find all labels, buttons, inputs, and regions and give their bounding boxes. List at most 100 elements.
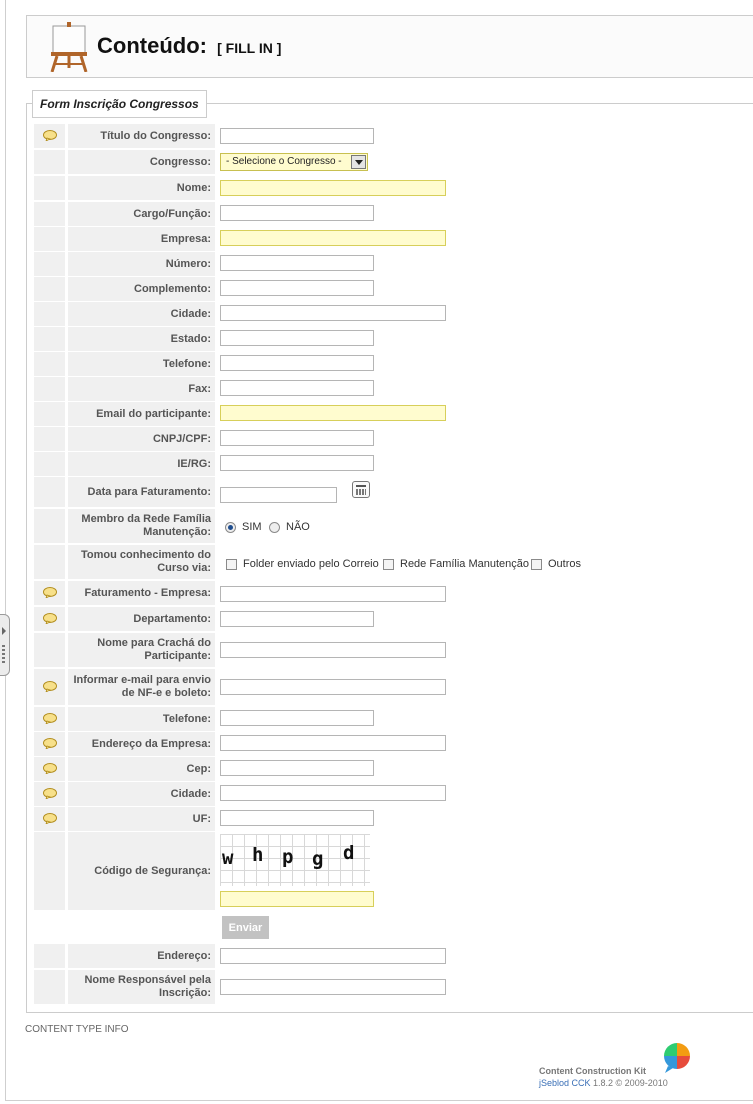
label-cnpj: CNPJ/CPF: [68,427,215,451]
footer-version-text: 1.8.2 © 2009-2010 [590,1078,668,1088]
label-data-faturamento: Data para Faturamento: [68,477,215,507]
note-cell [34,124,65,148]
jseblod-logo-icon [664,1043,690,1073]
speech-bubble-icon[interactable] [43,813,57,824]
row-departamento: Departamento: [34,607,216,631]
row-cnpj: CNPJ/CPF: [34,427,216,451]
speech-bubble-icon[interactable] [43,681,57,692]
speech-bubble-icon[interactable] [43,738,57,749]
label-tomou: Tomou conhecimento do Curso via: [68,545,215,579]
speech-bubble-icon[interactable] [43,713,57,724]
uf-input[interactable] [220,810,374,826]
empresa-input[interactable] [220,230,446,246]
speech-bubble-icon[interactable] [43,763,57,774]
numero-input[interactable] [220,255,374,271]
cargo-input[interactable] [220,205,374,221]
row-codigo: Código de Segurança: [34,832,216,910]
nome-responsavel-input[interactable] [220,979,446,995]
faturamento-empresa-input[interactable] [220,586,446,602]
congresso-select[interactable]: - Selecione o Congresso - [220,153,368,171]
jseblod-link[interactable]: jSeblod CCK [539,1078,591,1088]
checkbox-folder[interactable] [226,558,237,570]
side-panel-toggle[interactable] [0,614,10,676]
ierg-input[interactable] [220,455,374,471]
cnpj-input[interactable] [220,430,374,446]
row-estado: Estado: [34,327,216,351]
speech-bubble-icon[interactable] [43,587,57,598]
nome-cracha-input[interactable] [220,642,446,658]
row-informar-email: Informar e-mail para envio de NF-e e bol… [34,669,216,705]
endereco-empresa-input[interactable] [220,735,446,751]
speech-bubble-icon[interactable] [43,613,57,624]
note-cell [34,176,65,200]
row-titulo: Título do Congresso: [34,124,216,148]
estado-input[interactable] [220,330,374,346]
captcha-input[interactable] [220,891,374,907]
complemento-input[interactable] [220,280,374,296]
label-estado: Estado: [68,327,215,351]
tomou-option-outros[interactable]: Outros [531,558,581,570]
radio-nao[interactable] [269,521,280,533]
speech-bubble-icon[interactable] [43,788,57,799]
row-congresso: Congresso: [34,150,216,174]
note-cell [34,352,65,376]
row-endereco: Endereço: [34,944,216,968]
tomou-option-folder[interactable]: Folder enviado pelo Correio [226,558,379,570]
label-cidade2: Cidade: [68,782,215,806]
fax-input[interactable] [220,380,374,396]
label-telefone2: Telefone: [68,707,215,731]
email-input[interactable] [220,405,446,421]
captcha-char: p [282,846,294,868]
note-cell [34,707,65,731]
telefone-input[interactable] [220,355,374,371]
cidade-input[interactable] [220,305,446,321]
captcha-char: h [252,844,264,866]
note-cell [34,607,65,631]
row-complemento: Complemento: [34,277,216,301]
cep-input[interactable] [220,760,374,776]
row-uf: UF: [34,807,216,831]
membro-option-sim[interactable]: SIM [225,521,262,533]
speech-bubble-icon[interactable] [43,130,57,141]
row-empresa: Empresa: [34,227,216,251]
nome-input[interactable] [220,180,446,196]
chevron-down-icon[interactable] [351,155,366,169]
checkbox-outros[interactable] [531,558,542,570]
label-complemento: Complemento: [68,277,215,301]
titulo-input[interactable] [220,128,374,144]
membro-option-nao[interactable]: NÃO [269,521,310,533]
checkbox-rede[interactable] [383,558,394,570]
note-cell [34,782,65,806]
note-cell [34,402,65,426]
cidade2-input[interactable] [220,785,446,801]
note-cell [34,202,65,226]
radio-sim[interactable] [225,521,236,533]
note-cell [34,732,65,756]
page-subtitle: [ FILL IN ] [217,40,282,56]
data-faturamento-input[interactable] [220,487,337,503]
row-data-faturamento: Data para Faturamento: [34,477,216,507]
captcha-char: d [343,842,355,864]
note-cell [34,832,65,910]
row-cep: Cep: [34,757,216,781]
footer-version: jSeblod CCK 1.8.2 © 2009-2010 [539,1078,668,1088]
departamento-input[interactable] [220,611,374,627]
note-cell [34,581,65,605]
checkbox-folder-label: Folder enviado pelo Correio [243,558,379,570]
label-email: Email do participante: [68,402,215,426]
telefone2-input[interactable] [220,710,374,726]
note-cell [34,227,65,251]
endereco-input[interactable] [220,948,446,964]
captcha-image: w h p g d [220,834,370,886]
calendar-icon[interactable] [352,481,370,498]
easel-icon [50,22,88,72]
note-cell [34,807,65,831]
informar-email-input[interactable] [220,679,446,695]
row-membro: Membro da Rede Família Manutenção: [34,509,216,543]
label-ierg: IE/RG: [68,452,215,476]
note-cell [34,452,65,476]
submit-button[interactable]: Enviar [222,916,269,939]
note-cell [34,377,65,401]
note-cell [34,302,65,326]
tomou-option-rede[interactable]: Rede Família Manutenção [383,558,529,570]
